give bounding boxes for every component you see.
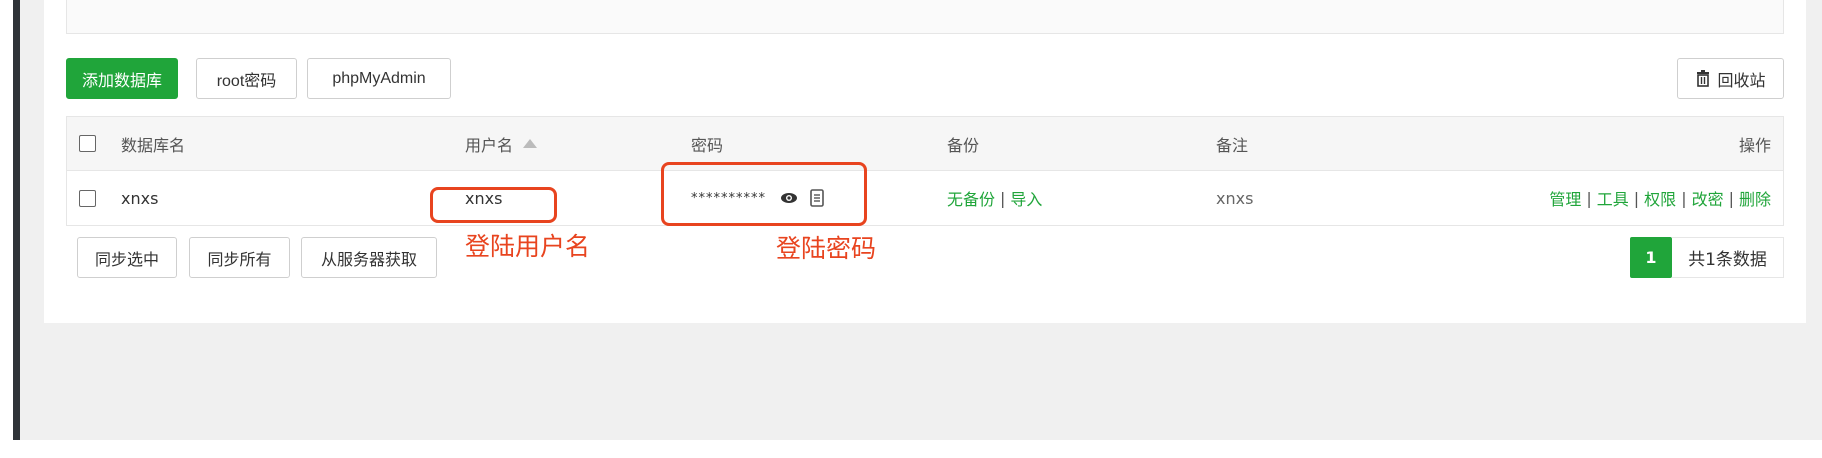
table-header: 数据库名 用户名 密码 备份 备注 操作 [66, 116, 1784, 171]
trash-icon [1695, 70, 1711, 87]
row-checkbox[interactable] [79, 171, 96, 225]
row-backup-cell: 无备份 | 导入 [947, 171, 1042, 225]
phpmyadmin-button[interactable]: phpMyAdmin [307, 58, 451, 99]
pagination-current-page[interactable]: 1 [1630, 237, 1672, 278]
action-tools-link[interactable]: 工具 [1597, 186, 1629, 210]
sync-all-button[interactable]: 同步所有 [189, 237, 290, 278]
username-annotation-label: 登陆用户名 [465, 232, 591, 261]
username-highlight-box [430, 187, 557, 223]
header-username-label: 用户名 [465, 135, 514, 155]
action-delete-link[interactable]: 删除 [1739, 186, 1771, 210]
pagination-total: 共1条数据 [1672, 237, 1784, 278]
recycle-bin-button[interactable]: 回收站 [1677, 58, 1784, 99]
left-sidebar-edge [13, 0, 20, 440]
password-highlight-box [661, 162, 867, 226]
password-annotation-label: 登陆密码 [776, 234, 877, 263]
import-link[interactable]: 导入 [1010, 186, 1042, 210]
header-db-name[interactable]: 数据库名 [121, 117, 185, 170]
action-permission-link[interactable]: 权限 [1644, 186, 1676, 210]
recycle-bin-label: 回收站 [1717, 72, 1766, 90]
fetch-from-server-button[interactable]: 从服务器获取 [301, 237, 437, 278]
row-db-name: xnxs [121, 188, 159, 208]
select-all-checkbox[interactable] [79, 117, 96, 170]
header-username[interactable]: 用户名 [465, 117, 538, 170]
row-actions: 管理 | 工具 | 权限 | 改密 | 删除 [1549, 171, 1771, 225]
root-password-button[interactable]: root密码 [196, 58, 297, 99]
header-backup: 备份 [947, 135, 980, 155]
row-remark[interactable]: xnxs [1216, 171, 1253, 225]
header-remark: 备注 [1216, 135, 1249, 155]
add-database-button[interactable]: 添加数据库 [66, 58, 178, 99]
sync-selected-button[interactable]: 同步选中 [77, 237, 177, 278]
table-row: xnxs xnxs ********** 无备份 | 导入 xnxs 管理 | … [66, 171, 1784, 226]
top-info-strip [66, 0, 1784, 34]
action-change-password-link[interactable]: 改密 [1692, 186, 1724, 210]
sort-asc-icon [523, 139, 538, 148]
action-manage-link[interactable]: 管理 [1549, 186, 1581, 210]
header-actions: 操作 [1738, 135, 1771, 155]
no-backup-link[interactable]: 无备份 [947, 186, 995, 210]
